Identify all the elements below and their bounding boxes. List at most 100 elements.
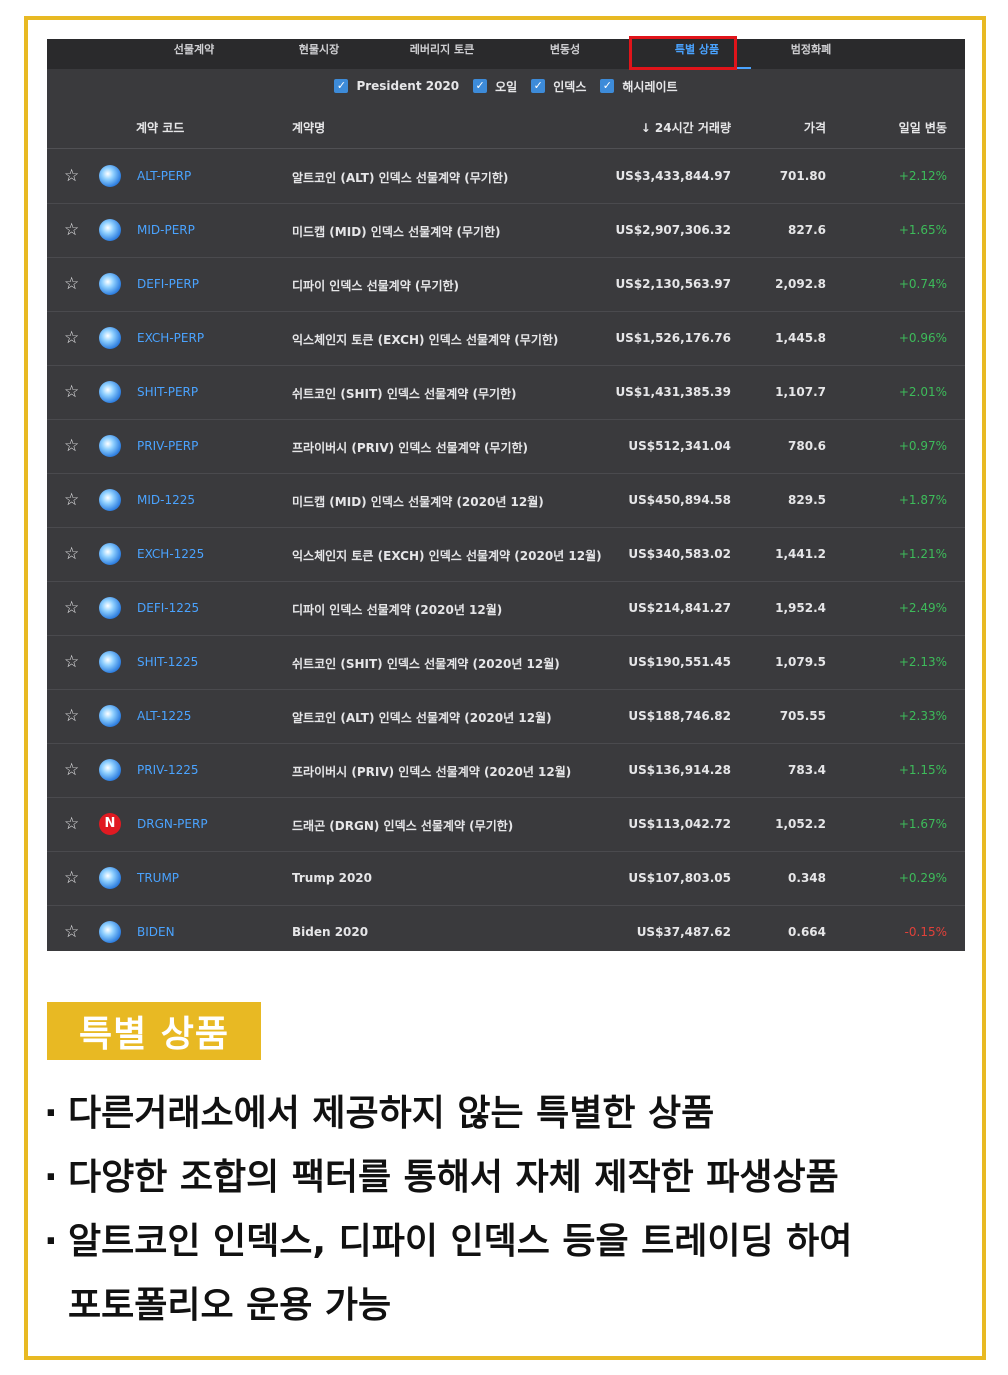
filter-oil[interactable]: ✓ 오일 [473,78,517,95]
checkbox-checked-icon[interactable]: ✓ [334,79,349,93]
star-icon[interactable]: ☆ [64,167,79,185]
contract-name: 프라이버시 (PRIV) 인덱스 선물계약 (무기한) [292,441,529,455]
contract-name: Biden 2020 [292,925,369,939]
daily-change: +1.65% [898,223,947,237]
star-icon[interactable]: ☆ [64,815,79,833]
contract-code-link[interactable]: MID-PERP [137,223,195,237]
checkbox-checked-icon[interactable]: ✓ [473,79,488,93]
price: 1,079.5 [775,655,826,669]
column-header-change[interactable]: 일일 변동 [899,119,947,136]
table-row[interactable]: ☆ MID-1225 미드캡 (MID) 인덱스 선물계약 (2020년 12월… [47,474,965,528]
globe-icon [99,435,121,457]
contract-code-link[interactable]: TRUMP [137,871,179,885]
tab-spot[interactable]: 현물시장 [279,39,359,69]
checkbox-checked-icon[interactable]: ✓ [600,79,615,93]
bullet-item: · 다양한 조합의 팩터를 통해서 자체 제작한 파생상품 [44,1146,944,1210]
table-row[interactable]: ☆ PRIV-1225 프라이버시 (PRIV) 인덱스 선물계약 (2020년… [47,744,965,798]
filter-label: President 2020 [356,79,460,93]
contract-code-link[interactable]: EXCH-1225 [137,547,204,561]
table-row[interactable]: ☆ SHIT-PERP 쉬트코인 (SHIT) 인덱스 선물계약 (무기한) U… [47,366,965,420]
table-row[interactable]: ☆ DEFI-PERP 디파이 인덱스 선물계약 (무기한) US$2,130,… [47,258,965,312]
volume-24h: US$340,583.02 [628,547,731,561]
contract-code-link[interactable]: BIDEN [137,925,175,939]
bullet-text: 알트코인 인덱스, 디파이 인덱스 등을 트레이딩 하여 [68,1221,853,1262]
filter-label: 인덱스 [553,79,587,94]
contract-code-link[interactable]: PRIV-PERP [137,439,198,453]
tab-leveraged-tokens[interactable]: 레버리지 토큰 [392,39,492,69]
daily-change: +2.12% [898,169,947,183]
star-icon[interactable]: ☆ [64,275,79,293]
contract-name: 프라이버시 (PRIV) 인덱스 선물계약 (2020년 12월) [292,765,572,779]
contract-code-link[interactable]: PRIV-1225 [137,763,199,777]
star-icon[interactable]: ☆ [64,653,79,671]
table-row[interactable]: ☆ BIDEN Biden 2020 US$37,487.62 0.664 -0… [47,906,965,960]
column-header-code[interactable]: 계약 코드 [136,119,184,136]
contract-code-link[interactable]: DRGN-PERP [137,817,208,831]
contract-code-link[interactable]: MID-1225 [137,493,195,507]
column-header-price[interactable]: 가격 [804,119,826,136]
contract-code-link[interactable]: EXCH-PERP [137,331,204,345]
table-row[interactable]: ☆ EXCH-PERP 익스체인지 토큰 (EXCH) 인덱스 선물계약 (무기… [47,312,965,366]
bullet-marker: · [44,1093,58,1134]
table-row[interactable]: ☆ SHIT-1225 쉬트코인 (SHIT) 인덱스 선물계약 (2020년 … [47,636,965,690]
tab-fiat[interactable]: 범정화폐 [771,39,851,69]
volume-24h: US$37,487.62 [636,925,731,939]
table-row[interactable]: ☆ PRIV-PERP 프라이버시 (PRIV) 인덱스 선물계약 (무기한) … [47,420,965,474]
table-row[interactable]: ☆ TRUMP Trump 2020 US$107,803.05 0.348 +… [47,852,965,906]
star-icon[interactable]: ☆ [64,707,79,725]
contract-code-link[interactable]: DEFI-1225 [137,601,199,615]
star-icon[interactable]: ☆ [64,923,79,941]
column-header-name[interactable]: 계약명 [292,119,325,136]
filter-president-2020[interactable]: ✓ President 2020 [334,79,459,93]
bullet-text: 포토폴리오 운용 가능 [68,1285,392,1326]
bullet-list: · 다른거래소에서 제공하지 않는 특별한 상품 · 다양한 조합의 팩터를 통해서… [44,1082,944,1338]
bullet-text: 다양한 조합의 팩터를 통해서 자체 제작한 파생상품 [68,1157,839,1198]
globe-icon [99,759,121,781]
daily-change: +2.33% [898,709,947,723]
daily-change: +0.97% [898,439,947,453]
table-row[interactable]: ☆ N DRGN-PERP 드래곤 (DRGN) 인덱스 선물계약 (무기한) … [47,798,965,852]
star-icon[interactable]: ☆ [64,761,79,779]
price: 780.6 [788,439,826,453]
contract-code-link[interactable]: DEFI-PERP [137,277,199,291]
table-row[interactable]: ☆ DEFI-1225 디파이 인덱스 선물계약 (2020년 12월) US$… [47,582,965,636]
filter-hashrate[interactable]: ✓ 해시레이트 [600,78,678,95]
star-icon[interactable]: ☆ [64,491,79,509]
contract-name: 디파이 인덱스 선물계약 (2020년 12월) [292,603,503,617]
contract-code-link[interactable]: ALT-PERP [137,169,191,183]
star-icon[interactable]: ☆ [64,329,79,347]
table-row[interactable]: ☆ ALT-PERP 알트코인 (ALT) 인덱스 선물계약 (무기한) US$… [47,150,965,204]
globe-icon [99,597,121,619]
daily-change: +0.96% [898,331,947,345]
tab-futures[interactable]: 선물계약 [154,39,234,69]
price: 1,107.7 [775,385,826,399]
volume-24h: US$450,894.58 [628,493,731,507]
section-badge: 특별 상품 [47,1002,261,1060]
table-row[interactable]: ☆ EXCH-1225 익스체인지 토큰 (EXCH) 인덱스 선물계약 (20… [47,528,965,582]
tab-volatility[interactable]: 변동성 [525,39,605,69]
price: 1,952.4 [775,601,826,615]
contract-code-link[interactable]: SHIT-1225 [137,655,198,669]
filter-index[interactable]: ✓ 인덱스 [531,78,586,95]
star-icon[interactable]: ☆ [64,545,79,563]
star-icon[interactable]: ☆ [64,221,79,239]
column-header-volume[interactable]: ↓ 24시간 거래량 [641,119,731,136]
contract-name: 쉬트코인 (SHIT) 인덱스 선물계약 (무기한) [292,387,517,401]
globe-icon [99,327,121,349]
contract-code-link[interactable]: ALT-1225 [137,709,191,723]
price: 1,052.2 [775,817,826,831]
volume-24h: US$113,042.72 [628,817,731,831]
volume-24h: US$188,746.82 [628,709,731,723]
star-icon[interactable]: ☆ [64,437,79,455]
price: 783.4 [788,763,826,777]
star-icon[interactable]: ☆ [64,599,79,617]
star-icon[interactable]: ☆ [64,383,79,401]
star-icon[interactable]: ☆ [64,869,79,887]
table-row[interactable]: ☆ MID-PERP 미드캡 (MID) 인덱스 선물계약 (무기한) US$2… [47,204,965,258]
checkbox-checked-icon[interactable]: ✓ [531,79,546,93]
table-row[interactable]: ☆ ALT-1225 알트코인 (ALT) 인덱스 선물계약 (2020년 12… [47,690,965,744]
contract-name: 드래곤 (DRGN) 인덱스 선물계약 (무기한) [292,819,514,833]
contract-code-link[interactable]: SHIT-PERP [137,385,198,399]
market-tabs: 선물계약 현물시장 레버리지 토큰 변동성 특별 상품 범정화폐 [47,36,965,70]
filter-bar: ✓ President 2020 ✓ 오일 ✓ 인덱스 ✓ 해시레이트 [47,69,965,103]
